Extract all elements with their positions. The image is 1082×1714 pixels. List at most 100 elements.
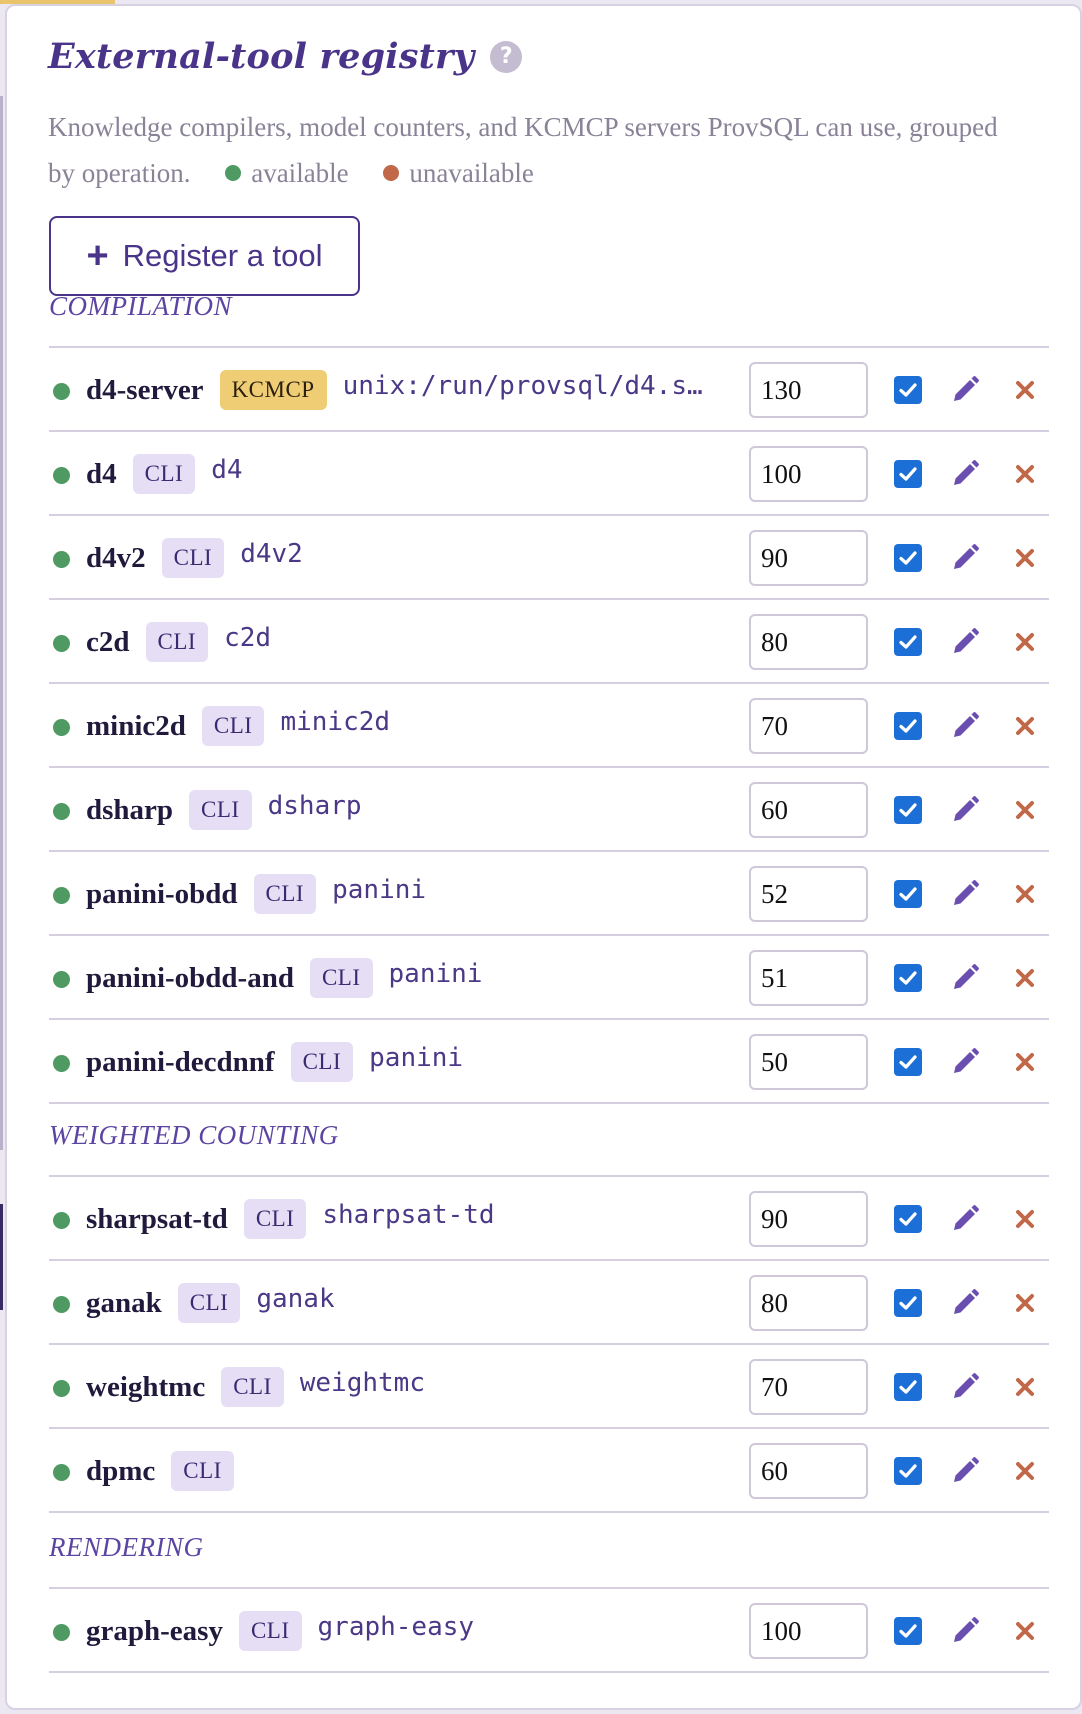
delete-button[interactable]: [1009, 1046, 1041, 1078]
pencil-icon: [954, 376, 979, 401]
tool-type-badge: CLI: [201, 706, 265, 746]
enabled-checkbox[interactable]: [894, 880, 922, 908]
edit-button[interactable]: [949, 878, 981, 910]
tool-info: dpmc CLI: [86, 1429, 234, 1513]
enabled-checkbox[interactable]: [894, 1205, 922, 1233]
status-dot-icon: [53, 1624, 70, 1641]
tool-type-badge: CLI: [145, 622, 209, 662]
close-icon: [1016, 885, 1034, 903]
delete-button[interactable]: [1009, 962, 1041, 994]
edit-button[interactable]: [949, 374, 981, 406]
status-dot-icon: [53, 1055, 70, 1072]
edit-button[interactable]: [949, 542, 981, 574]
delete-button[interactable]: [1009, 1287, 1041, 1319]
delete-button[interactable]: [1009, 1615, 1041, 1647]
priority-input[interactable]: [749, 1603, 868, 1659]
legend-unavailable: unavailable: [409, 158, 534, 188]
priority-input[interactable]: [749, 530, 868, 586]
pencil-icon: [954, 1457, 979, 1482]
tool-command: sharpsat-td: [322, 1200, 495, 1230]
tool-name: panini-obdd: [86, 877, 238, 910]
checkmark-icon: [899, 803, 917, 817]
priority-input[interactable]: [749, 1359, 868, 1415]
tool-info: d4 CLI d4: [86, 432, 243, 516]
priority-input[interactable]: [749, 866, 868, 922]
edit-button[interactable]: [949, 1203, 981, 1235]
pencil-icon: [954, 1289, 979, 1314]
delete-button[interactable]: [1009, 542, 1041, 574]
priority-input[interactable]: [749, 782, 868, 838]
checkmark-icon: [899, 1296, 917, 1310]
edit-button[interactable]: [949, 1046, 981, 1078]
priority-input[interactable]: [749, 1275, 868, 1331]
status-dot-icon: [53, 1464, 70, 1481]
enabled-checkbox[interactable]: [894, 544, 922, 572]
enabled-checkbox[interactable]: [894, 796, 922, 824]
tool-registry-panel: External-tool registry ? Knowledge compi…: [5, 4, 1082, 1710]
delete-button[interactable]: [1009, 626, 1041, 658]
delete-button[interactable]: [1009, 794, 1041, 826]
priority-input[interactable]: [749, 698, 868, 754]
priority-input[interactable]: [749, 446, 868, 502]
question-circle-icon[interactable]: ?: [490, 40, 523, 73]
delete-button[interactable]: [1009, 1203, 1041, 1235]
checkmark-icon: [899, 551, 917, 565]
edit-button[interactable]: [949, 626, 981, 658]
delete-button[interactable]: [1009, 1371, 1041, 1403]
priority-input[interactable]: [749, 362, 868, 418]
enabled-checkbox[interactable]: [894, 1289, 922, 1317]
tool-name: panini-decdnnf: [86, 1045, 275, 1078]
available-dot-icon: [225, 165, 242, 181]
priority-input[interactable]: [749, 1443, 868, 1499]
delete-button[interactable]: [1009, 458, 1041, 490]
enabled-checkbox[interactable]: [894, 1048, 922, 1076]
priority-input[interactable]: [749, 1034, 868, 1090]
pencil-icon: [954, 1617, 979, 1642]
edit-button[interactable]: [949, 1455, 981, 1487]
enabled-checkbox[interactable]: [894, 1457, 922, 1485]
delete-button[interactable]: [1009, 710, 1041, 742]
legend-available: available: [251, 158, 349, 188]
tool-type-badge: CLI: [171, 1451, 234, 1491]
priority-input[interactable]: [749, 614, 868, 670]
enabled-checkbox[interactable]: [894, 1617, 922, 1645]
tool-name: sharpsat-td: [86, 1202, 228, 1235]
checkmark-icon: [899, 1055, 917, 1069]
status-dot-icon: [53, 719, 70, 736]
edit-button[interactable]: [949, 1615, 981, 1647]
tool-row: d4v2 CLI d4v2: [49, 516, 1049, 600]
tool-type-badge: CLI: [189, 790, 252, 830]
tool-row: dsharp CLI dsharp: [49, 768, 1049, 852]
enabled-checkbox[interactable]: [894, 376, 922, 404]
delete-button[interactable]: [1009, 374, 1041, 406]
delete-button[interactable]: [1009, 878, 1041, 910]
priority-input[interactable]: [749, 1191, 868, 1247]
edit-button[interactable]: [949, 962, 981, 994]
status-dot-icon: [53, 467, 70, 484]
enabled-checkbox[interactable]: [894, 628, 922, 656]
edit-button[interactable]: [949, 458, 981, 490]
tool-info: panini-decdnnf CLI panini: [86, 1020, 463, 1104]
register-tool-button[interactable]: + Register a tool: [49, 216, 360, 296]
delete-button[interactable]: [1009, 1455, 1041, 1487]
enabled-checkbox[interactable]: [894, 712, 922, 740]
unavailable-dot-icon: [383, 165, 400, 181]
enabled-checkbox[interactable]: [894, 460, 922, 488]
priority-input[interactable]: [749, 950, 868, 1006]
close-icon: [1016, 1622, 1034, 1640]
checkmark-icon: [899, 1380, 917, 1394]
edit-button[interactable]: [949, 1287, 981, 1319]
enabled-checkbox[interactable]: [894, 1373, 922, 1401]
tool-row: panini-obdd-and CLI panini: [49, 936, 1049, 1020]
edit-button[interactable]: [949, 710, 981, 742]
checkmark-icon: [899, 635, 917, 649]
edit-button[interactable]: [949, 794, 981, 826]
tool-row: minic2d CLI minic2d: [49, 684, 1049, 768]
edit-button[interactable]: [949, 1371, 981, 1403]
tool-command: weightmc: [299, 1368, 425, 1398]
tool-command: graph-easy: [317, 1612, 475, 1642]
pencil-icon: [954, 1205, 979, 1230]
tool-type-badge: CLI: [290, 1042, 354, 1082]
enabled-checkbox[interactable]: [894, 964, 922, 992]
close-icon: [1016, 465, 1034, 483]
